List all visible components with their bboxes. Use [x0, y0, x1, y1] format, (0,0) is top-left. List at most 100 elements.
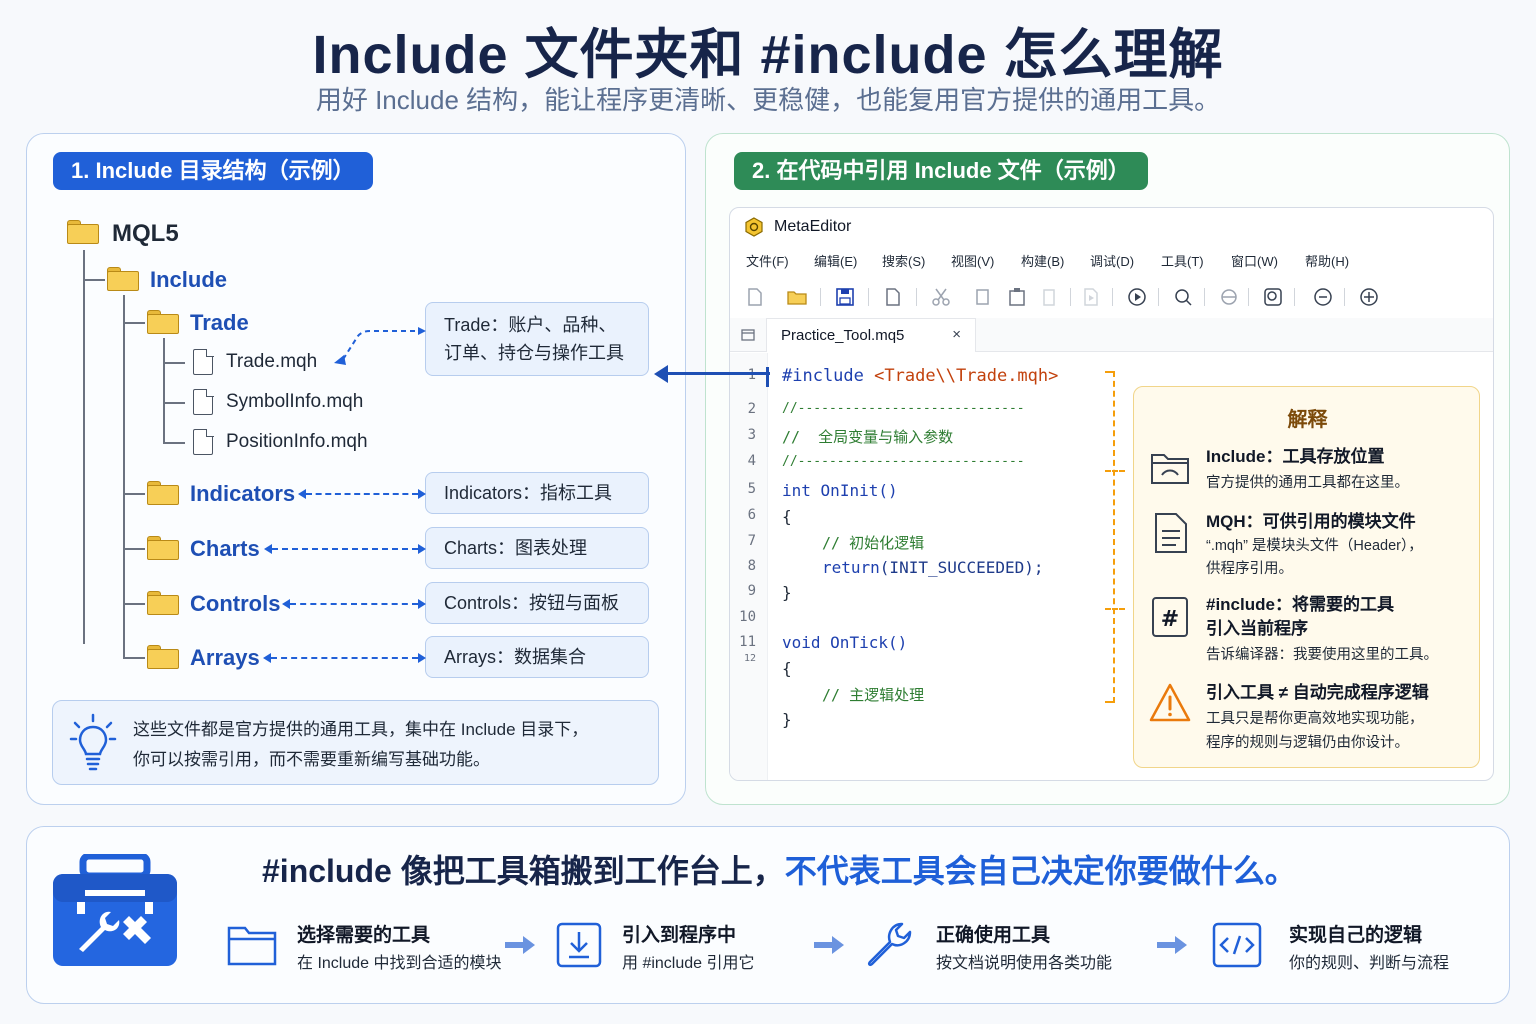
arrow-right — [418, 599, 426, 609]
code-line-comment-divider[interactable]: //----------------------------- — [782, 401, 1025, 416]
tree-folder-include[interactable]: Include — [150, 267, 227, 293]
arrow-right-icon — [814, 936, 844, 954]
code-line-main-comment[interactable]: // 主逻辑处理 — [822, 684, 924, 705]
download-icon — [556, 922, 602, 968]
step-select-desc: 在 Include 中找到合适的模块 — [297, 955, 502, 972]
explain-directive-head-2: 引入当前程序 — [1206, 619, 1308, 638]
editor-toolbar — [730, 280, 1493, 314]
code-line-oninit[interactable]: int OnInit() — [782, 481, 898, 500]
explain-include-sub: 官方提供的通用工具都在这里。 — [1206, 475, 1409, 491]
toolbar-separator — [1070, 288, 1071, 306]
note-indicators-text: Indicators：指标工具 — [444, 483, 613, 503]
tree-file-symbolinfo-mqh[interactable]: SymbolInfo.mqh — [226, 391, 363, 413]
step-include-title: 引入到程序中 — [622, 925, 737, 946]
cut-icon[interactable] — [930, 286, 952, 308]
file-icon — [193, 388, 214, 415]
save-icon[interactable] — [834, 286, 856, 308]
code-line-brace[interactable]: } — [782, 710, 792, 729]
void-keyword: void — [782, 633, 821, 652]
note-controls-text: Controls：按钮与面板 — [444, 593, 620, 613]
tree-file-trade-mqh[interactable]: Trade.mqh — [226, 351, 317, 373]
menu-view[interactable]: 视图(V) — [951, 251, 994, 270]
line-highlight-marker — [766, 367, 769, 387]
code-line-comment-divider[interactable]: //----------------------------- — [782, 454, 1025, 469]
tree-connector — [163, 338, 165, 442]
code-line-brace[interactable]: } — [782, 583, 792, 602]
open-folder-icon[interactable] — [786, 286, 808, 308]
metaeditor-logo-icon — [745, 217, 763, 237]
line-number: 6 — [747, 507, 756, 523]
tree-folder-indicators[interactable]: Indicators — [190, 481, 295, 507]
wrench-icon — [867, 922, 912, 967]
arrow-left — [282, 599, 290, 609]
tree-folder-trade[interactable]: Trade — [190, 310, 249, 336]
new-file-icon[interactable] — [744, 286, 766, 308]
arrays-connector — [271, 657, 418, 659]
lightbulb-icon — [69, 713, 117, 771]
delete-icon[interactable] — [1038, 286, 1060, 308]
tab-label: Practice_Tool.mq5 — [781, 327, 905, 344]
folder-icon — [147, 481, 179, 505]
note-indicators: Indicators：指标工具 — [425, 472, 649, 514]
explanation-title: 解释 — [1287, 409, 1328, 431]
menu-debug[interactable]: 调试(D) — [1090, 251, 1134, 270]
toolbar-separator — [868, 288, 869, 306]
tree-root-mql5[interactable]: MQL5 — [112, 220, 179, 248]
controls-connector — [290, 603, 418, 605]
tab-close-icon[interactable]: × — [952, 326, 961, 343]
code-line-init-comment[interactable]: // 初始化逻辑 — [822, 532, 924, 553]
menu-help[interactable]: 帮助(H) — [1305, 251, 1349, 270]
tree-connector — [163, 442, 185, 444]
arrow-right — [418, 544, 426, 554]
folder-icon — [147, 645, 179, 669]
navigator-icon[interactable] — [740, 327, 756, 343]
arrow-right-icon — [505, 936, 535, 954]
tree-connector — [123, 657, 145, 659]
line-number: 11 — [739, 634, 756, 650]
include-link-arrow-line — [664, 372, 770, 375]
step-use-title: 正确使用工具 — [936, 925, 1051, 946]
code-line-return[interactable]: return(INIT_SUCCEEDED); — [822, 558, 1044, 577]
add-icon[interactable] — [1358, 286, 1380, 308]
tree-connector — [123, 548, 145, 550]
tree-connector — [123, 493, 145, 495]
run-icon[interactable] — [1126, 286, 1148, 308]
tree-folder-controls[interactable]: Controls — [190, 591, 280, 617]
code-line-ontick[interactable]: void OnTick() — [782, 633, 907, 652]
debug-icon[interactable] — [1312, 286, 1334, 308]
line-number: 12 — [743, 653, 756, 664]
folder-icon — [67, 220, 99, 244]
editor-app-name: MetaEditor — [774, 218, 852, 235]
tree-file-positioninfo-mqh[interactable]: PositionInfo.mqh — [226, 431, 368, 453]
tree-folder-charts[interactable]: Charts — [190, 536, 260, 562]
toolbar-separator — [1248, 288, 1249, 306]
copy-icon[interactable] — [972, 286, 994, 308]
code-line-brace[interactable]: { — [782, 507, 792, 526]
menu-search[interactable]: 搜索(S) — [882, 251, 925, 270]
line-number: 3 — [747, 427, 756, 443]
menu-window[interactable]: 窗口(W) — [1231, 251, 1278, 270]
zoom-icon[interactable] — [1172, 286, 1194, 308]
toolbar-separator — [1158, 288, 1159, 306]
erase-icon[interactable] — [1218, 286, 1240, 308]
code-line-brace[interactable]: { — [782, 659, 792, 678]
warning-icon — [1149, 683, 1191, 722]
compile-icon[interactable] — [1080, 286, 1102, 308]
menu-edit[interactable]: 编辑(E) — [814, 251, 857, 270]
menu-file[interactable]: 文件(F) — [746, 251, 789, 270]
tree-connector — [123, 322, 145, 324]
bracket-tick — [1105, 470, 1125, 472]
document-icon[interactable] — [882, 286, 904, 308]
paste-icon[interactable] — [1006, 286, 1028, 308]
search-icon[interactable] — [1262, 286, 1284, 308]
tree-folder-arrays[interactable]: Arrays — [190, 645, 260, 671]
code-line-comment-title[interactable]: // 全局变量与输入参数 — [782, 426, 953, 447]
code-line-include[interactable]: #include <Trade\\Trade.mqh> — [782, 366, 1058, 386]
file-icon — [193, 428, 214, 455]
menu-build[interactable]: 构建(B) — [1021, 251, 1064, 270]
indicators-connector — [306, 493, 418, 495]
menu-tools[interactable]: 工具(T) — [1161, 251, 1204, 270]
explain-mqh-sub-2: 供程序引用。 — [1206, 561, 1293, 577]
tab-practice-tool[interactable]: Practice_Tool.mq5 × — [766, 318, 976, 352]
page-title: Include 文件夹和 #include 怎么理解 — [312, 25, 1224, 85]
